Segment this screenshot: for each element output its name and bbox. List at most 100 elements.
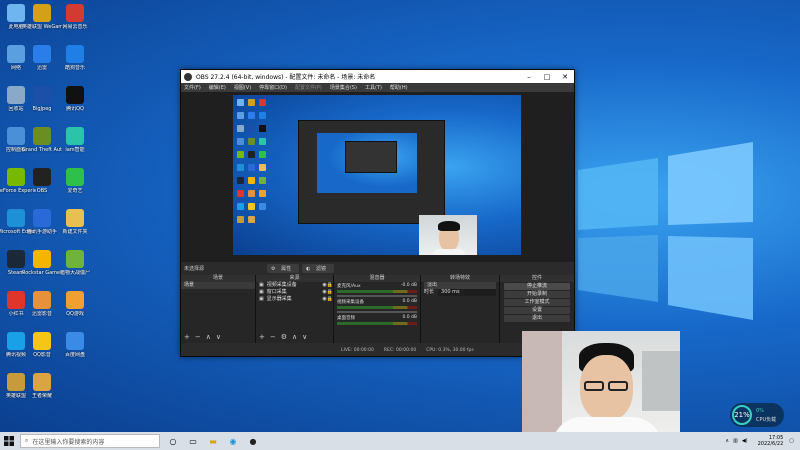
- preview-desktop-icons: [235, 97, 271, 227]
- desktop-icon[interactable]: 腾讯QQ: [55, 86, 95, 112]
- obs-titlebar[interactable]: OBS 27.2.4 (64-bit, windows) - 配置文件: 未命名…: [181, 70, 574, 83]
- source-label: 视频采集设备: [266, 282, 297, 288]
- menu-docks[interactable]: 停靠窗口(D): [259, 84, 287, 91]
- maximize-button[interactable]: □: [538, 73, 556, 81]
- network-icon[interactable]: ▥: [733, 438, 738, 444]
- transition-type: 淡出: [424, 282, 496, 289]
- menu-profile[interactable]: 配置文件(P): [295, 84, 322, 91]
- duration-input[interactable]: 300 ms: [438, 289, 496, 296]
- scene-item[interactable]: 场景: [181, 282, 255, 289]
- volume-slider[interactable]: [337, 311, 417, 313]
- menu-view[interactable]: 视图(V): [234, 84, 251, 91]
- cpu-fps: CPU: 0.3%, 30.00 fps: [426, 347, 474, 353]
- desktop-icon[interactable]: 酷狗音乐: [55, 45, 95, 71]
- task-view-button-icon[interactable]: ▭: [186, 434, 200, 448]
- rec-time: REC: 00:00:00: [383, 347, 417, 353]
- properties-button[interactable]: ⚙ 属性: [267, 264, 300, 273]
- minimize-button[interactable]: –: [520, 73, 538, 81]
- volume-icon[interactable]: ◀): [742, 438, 748, 444]
- filters-button[interactable]: ◐ 滤镜: [302, 264, 335, 273]
- live-time: LIVE: 00:00:00: [341, 347, 374, 353]
- lock-icon[interactable]: 🔒: [327, 296, 333, 303]
- clock-date: 2022/6/22: [757, 441, 784, 447]
- desktop-icon[interactable]: 爱奇艺: [55, 168, 95, 194]
- desktop-icon[interactable]: 植物大战僵尸: [55, 250, 95, 276]
- add-scene-button[interactable]: +: [184, 333, 190, 341]
- usage-value: 0%: [756, 408, 764, 414]
- menu-edit[interactable]: 编辑(E): [209, 84, 226, 91]
- obs-menubar: 文件(F) 编辑(E) 视图(V) 停靠窗口(D) 配置文件(P) 场景集合(S…: [181, 83, 574, 92]
- remove-scene-button[interactable]: −: [195, 333, 201, 341]
- scenes-toolbar: + − ∧ ∨: [184, 333, 221, 341]
- exit-button[interactable]: 退出: [504, 315, 570, 322]
- app-icon: [33, 127, 51, 145]
- menu-tools[interactable]: 工具(T): [365, 84, 382, 91]
- transitions-header: 转场特效: [421, 275, 499, 282]
- lock-icon[interactable]: 🔒: [327, 282, 333, 289]
- channel-db: -0.0 dB: [400, 283, 417, 288]
- app-icon: [66, 250, 84, 268]
- volume-meter: [337, 322, 417, 325]
- start-button[interactable]: [0, 432, 18, 450]
- app-icon: [33, 45, 51, 63]
- add-source-button[interactable]: +: [259, 333, 265, 341]
- source-item[interactable]: ▣ 显示器采集 ◉ 🔒: [256, 296, 333, 303]
- desktop-icon[interactable]: QQ游戏: [55, 291, 95, 317]
- close-button[interactable]: ✕: [556, 73, 574, 81]
- desktop-icon[interactable]: 新建文件夹: [55, 209, 95, 235]
- source-item[interactable]: ▣ 视频采集设备 ◉ 🔒: [256, 282, 333, 289]
- preview-mini-icon: [259, 177, 266, 184]
- duration-label: 时长: [424, 289, 435, 295]
- source-label: 显示器采集: [266, 296, 292, 302]
- app-icon: [66, 45, 84, 63]
- volume-meter: [337, 306, 417, 309]
- preview-mini-icon: [237, 190, 244, 197]
- desktop-icon[interactable]: 王者荣耀: [22, 373, 62, 399]
- taskbar-search[interactable]: ⌕ 在这里输入你要搜索的内容: [20, 434, 160, 448]
- tray-chevron-icon[interactable]: ∧: [725, 438, 729, 444]
- edge-icon[interactable]: ◉: [226, 434, 240, 448]
- lock-icon[interactable]: 🔒: [327, 289, 333, 296]
- windows-logo-wallpaper: [578, 142, 753, 320]
- studio-mode-button[interactable]: 工作室模式: [504, 299, 570, 306]
- mixer-header: 混音器: [334, 275, 420, 282]
- obs-window[interactable]: OBS 27.2.4 (64-bit, windows) - 配置文件: 未命名…: [180, 69, 575, 357]
- file-explorer-icon[interactable]: ▬: [206, 434, 220, 448]
- clock[interactable]: 17:05 2022/6/22: [758, 435, 784, 447]
- stop-stream-button[interactable]: 停止推流: [504, 283, 570, 290]
- source-toolbar: 未选择源 ⚙ 属性 ◐ 滤镜: [181, 263, 574, 273]
- source-item[interactable]: ▣ 窗口采集 ◉ 🔒: [256, 289, 333, 296]
- menu-file[interactable]: 文件(F): [184, 84, 201, 91]
- desktop-icon-label: QQ游戏: [66, 311, 84, 317]
- obs-statusbar: LIVE: 00:00:00 REC: 00:00:00 CPU: 0.3%, …: [181, 345, 574, 355]
- move-down-button[interactable]: ∨: [216, 333, 221, 341]
- obs-taskbar-icon[interactable]: ●: [246, 434, 260, 448]
- volume-slider[interactable]: [337, 295, 417, 297]
- move-up-button[interactable]: ∧: [292, 333, 297, 341]
- desktop-icon[interactable]: iam智能: [55, 127, 95, 153]
- preview-canvas[interactable]: [233, 95, 521, 255]
- desktop-icon[interactable]: 百度网盘: [55, 332, 95, 358]
- app-icon: [66, 332, 84, 350]
- remove-source-button[interactable]: −: [270, 333, 276, 341]
- start-record-button[interactable]: 开始录制: [504, 291, 570, 298]
- task-view-icon[interactable]: ○: [166, 434, 180, 448]
- settings-button[interactable]: 设置: [504, 307, 570, 314]
- menu-scene-collection[interactable]: 场景集合(S): [330, 84, 357, 91]
- gear-icon[interactable]: ⚙: [281, 333, 287, 341]
- notification-icon[interactable]: ▢: [789, 438, 794, 444]
- preview-mini-icon: [259, 164, 266, 171]
- move-up-button[interactable]: ∧: [206, 333, 211, 341]
- system-tray: ∧ ▥ ◀) 17:05 2022/6/22 ▢: [725, 432, 794, 450]
- preview-mini-icon: [259, 99, 266, 106]
- usage-label: CPU负载: [756, 417, 777, 423]
- preview-mini-icon: [259, 138, 266, 145]
- preview-mini-icon: [248, 216, 255, 223]
- sources-header: 来源: [256, 275, 333, 282]
- transition-type-select[interactable]: 淡出: [421, 282, 499, 289]
- menu-help[interactable]: 帮助(H): [390, 84, 408, 91]
- performance-widget[interactable]: 21% 0% CPU负载: [730, 403, 784, 427]
- move-down-button[interactable]: ∨: [302, 333, 307, 341]
- preview-mini-icon: [237, 203, 244, 210]
- desktop-icon[interactable]: 网易云音乐: [55, 4, 95, 30]
